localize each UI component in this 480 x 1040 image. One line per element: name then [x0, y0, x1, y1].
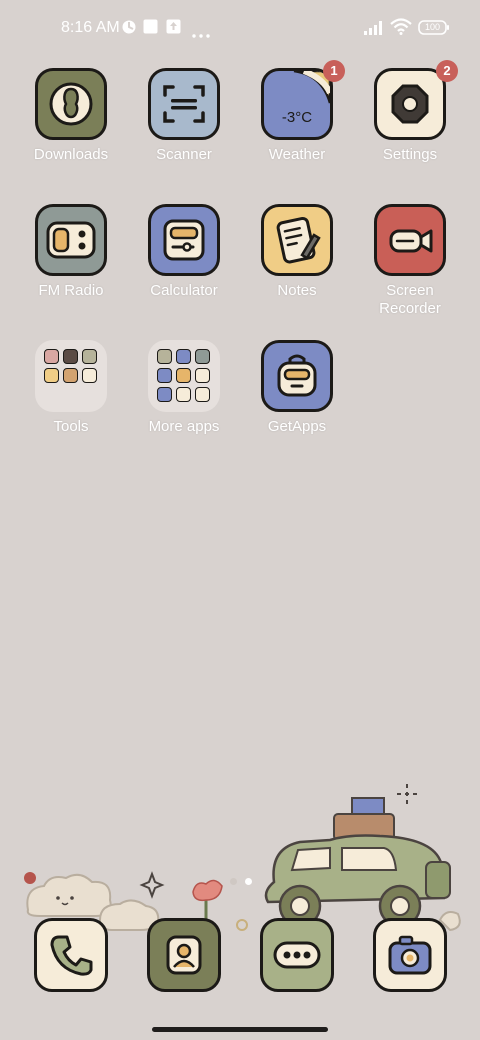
- scanner-icon: [148, 68, 220, 140]
- mini-app-icon: [157, 387, 172, 402]
- more-dots-icon: [192, 25, 210, 43]
- page-dot: [230, 878, 237, 885]
- app-label: Scanner: [156, 146, 212, 163]
- app-label: More apps: [148, 418, 220, 435]
- app-fm-radio[interactable]: FM Radio: [15, 204, 127, 334]
- dock-messages[interactable]: [260, 918, 334, 992]
- square-icon: [143, 19, 158, 39]
- folder-icon: [35, 340, 107, 412]
- app-label: GetApps: [267, 418, 327, 435]
- vpn-icon: [121, 19, 137, 40]
- mini-app-icon: [195, 387, 210, 402]
- mini-app-icon: [176, 349, 191, 364]
- mini-app-icon: [176, 387, 191, 402]
- radio-icon: [35, 204, 107, 276]
- notification-badge: 2: [436, 60, 458, 82]
- dock-camera[interactable]: [373, 918, 447, 992]
- mini-app-icon: [157, 368, 172, 383]
- app-label: Settings: [382, 146, 438, 163]
- app-label: FM Radio: [38, 282, 104, 299]
- calculator-icon: [148, 204, 220, 276]
- app-label: Calculator: [150, 282, 218, 299]
- status-time: 8:16 AM: [61, 19, 120, 36]
- app-screen-recorder[interactable]: Screen Recorder: [354, 204, 466, 334]
- mini-app-icon: [63, 349, 78, 364]
- wifi-icon: [390, 18, 412, 40]
- battery-level: 100: [424, 22, 441, 32]
- mini-app-icon: [82, 368, 97, 383]
- dock-phone[interactable]: [34, 918, 108, 992]
- folder-more-apps[interactable]: More apps: [128, 340, 240, 470]
- app-calculator[interactable]: Calculator: [128, 204, 240, 334]
- app-label: Tools: [53, 418, 89, 435]
- mini-app-icon: [195, 349, 210, 364]
- app-label: Notes: [277, 282, 317, 299]
- mini-app-icon: [63, 368, 78, 383]
- page-dot-active: [245, 878, 252, 885]
- app-label: Downloads: [33, 146, 109, 163]
- app-settings[interactable]: 2 Settings: [354, 60, 466, 198]
- mini-app-icon: [82, 349, 97, 364]
- weather-icon: -3°C: [261, 68, 333, 140]
- messages-icon: [260, 918, 334, 992]
- home-indicator[interactable]: [152, 1027, 328, 1032]
- app-downloads[interactable]: Downloads: [15, 68, 127, 198]
- signal-icon: [364, 21, 386, 40]
- app-weather[interactable]: -3°C 1 Weather: [241, 60, 353, 198]
- mini-app-icon: [195, 368, 210, 383]
- app-notes[interactable]: Notes: [241, 204, 353, 334]
- dock-contacts[interactable]: [147, 918, 221, 992]
- battery-icon: 100: [418, 20, 450, 41]
- folder-icon: [148, 340, 220, 412]
- contacts-icon: [147, 918, 221, 992]
- notification-badge: 1: [323, 60, 345, 82]
- mini-app-icon: [176, 368, 191, 383]
- notes-icon: [261, 204, 333, 276]
- phone-icon: [34, 918, 108, 992]
- status-bar: 8:16 AM 100: [0, 0, 480, 56]
- app-scanner[interactable]: Scanner: [128, 68, 240, 198]
- app-getapps[interactable]: GetApps: [241, 340, 353, 470]
- camera-icon: [373, 918, 447, 992]
- mini-app-icon: [157, 349, 172, 364]
- upload-icon: [166, 19, 181, 39]
- app-label: Weather: [268, 146, 326, 163]
- folder-tools[interactable]: Tools: [15, 340, 127, 470]
- weather-temperature: -3°C: [281, 109, 313, 126]
- mini-app-icon: [44, 368, 59, 383]
- settings-icon: [374, 68, 446, 140]
- getapps-icon: [261, 340, 333, 412]
- downloads-icon: [35, 68, 107, 140]
- app-label: Screen Recorder: [379, 282, 441, 317]
- screen-recorder-icon: [374, 204, 446, 276]
- mini-app-icon: [44, 349, 59, 364]
